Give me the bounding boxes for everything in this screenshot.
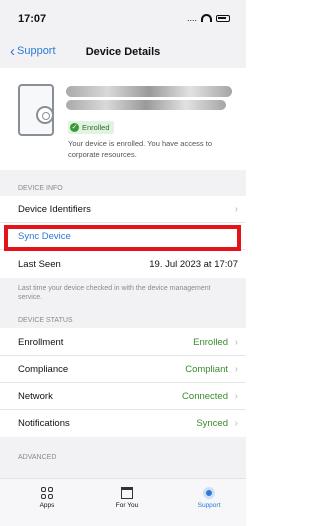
notifications-row[interactable]: Notifications Synced ›: [0, 410, 246, 437]
enrollment-description: Your device is enrolled. You have access…: [68, 139, 212, 159]
status-bar: 17:07 ....: [0, 0, 246, 36]
row-label: Notifications: [18, 418, 70, 429]
device-header: ✓ Enrolled Your device is enrolled. You …: [0, 68, 246, 170]
tab-label: Apps: [39, 502, 55, 509]
signal-indicator: ....: [186, 13, 197, 23]
tab-bar: Apps For You Support: [0, 478, 246, 526]
chevron-right-icon: ›: [234, 418, 238, 429]
notifications-value: Synced: [196, 418, 228, 429]
support-icon: [203, 487, 215, 499]
device-icon: [18, 84, 54, 136]
enrollment-value: Enrolled: [193, 336, 228, 348]
redacted-device-name: [66, 86, 232, 97]
last-seen-value: 19. Jul 2023 at 17:07: [149, 259, 238, 270]
chevron-right-icon: ›: [234, 363, 238, 375]
status-icons: ....: [187, 13, 230, 23]
section-header-device-info: DEVICE INFO: [0, 170, 246, 196]
redacted-device-model: [66, 100, 226, 110]
navigation-bar: ‹ Support Device Details: [0, 36, 246, 68]
tab-for-you[interactable]: For You: [102, 487, 152, 509]
gear-icon: [36, 106, 54, 124]
status-time: 17:07: [18, 13, 47, 25]
row-label: Network: [18, 390, 53, 402]
note-text: Last time your device checked in with th…: [18, 285, 211, 301]
network-value: Connected: [182, 390, 228, 402]
section-header-advanced: ADVANCED: [0, 437, 246, 478]
compliance-row[interactable]: Compliance Compliant ›: [0, 356, 246, 383]
section-header-device-status: DEVICE STATUS: [0, 306, 246, 328]
status-badge: ✓ Enrolled: [68, 121, 114, 134]
chevron-right-icon: ›: [234, 390, 238, 402]
checkmark-icon: ✓: [70, 123, 79, 132]
for-you-icon: [121, 487, 133, 499]
tab-label: For You: [115, 502, 139, 509]
wifi-icon: [201, 14, 212, 22]
badge-label: Enrolled: [82, 123, 110, 132]
row-label: Last Seen: [18, 259, 61, 270]
row-label: Compliance: [18, 363, 69, 375]
compliance-value: Compliant: [185, 363, 228, 375]
device-identifiers-row[interactable]: Device Identifiers ›: [0, 196, 246, 223]
network-row[interactable]: Network Connected ›: [0, 383, 246, 410]
battery-icon: [216, 14, 230, 22]
tab-label: Support: [197, 502, 221, 509]
enrollment-row[interactable]: Enrollment Enrolled ›: [0, 329, 246, 356]
page-title: Device Details: [85, 46, 161, 58]
apps-icon: [41, 487, 53, 499]
chevron-right-icon: ›: [234, 203, 238, 215]
tab-apps[interactable]: Apps: [22, 487, 72, 509]
tab-support[interactable]: Support: [184, 487, 234, 509]
chevron-right-icon: ›: [234, 336, 238, 348]
highlight-box: [4, 225, 241, 251]
last-seen-row: Last Seen 19. Jul 2023 at 17:07: [0, 251, 246, 278]
row-label: Device Identifiers: [18, 203, 91, 215]
row-label: Enrollment: [18, 336, 64, 348]
